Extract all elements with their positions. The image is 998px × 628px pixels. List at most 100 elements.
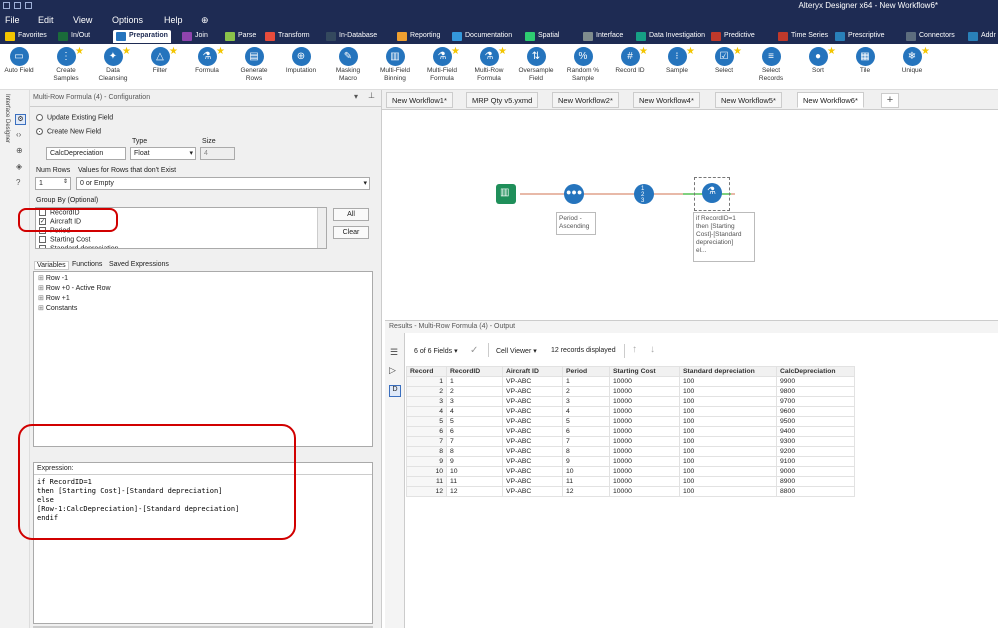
values-missing-select[interactable]: 0 or Empty ▾ — [76, 177, 370, 190]
favorite-star-icon[interactable]: ★ — [827, 46, 836, 57]
table-cell[interactable]: 8 — [406, 446, 447, 457]
doc-tab-workflow4[interactable]: New Workflow4* — [633, 92, 700, 108]
tab-spatial[interactable]: Spatial — [522, 30, 562, 43]
table-cell[interactable]: 2 — [446, 386, 503, 397]
target-icon[interactable]: ⊕ — [16, 146, 23, 155]
table-cell[interactable]: 1 — [406, 376, 447, 387]
variable-tree-node[interactable]: ⊞ Row -1 — [38, 274, 68, 282]
create-new-radio[interactable]: Create New Field — [36, 128, 101, 135]
column-header-recordid[interactable]: RecordID — [446, 366, 503, 377]
table-cell[interactable]: 9 — [562, 456, 610, 467]
column-header-record[interactable]: Record — [406, 366, 447, 377]
table-row[interactable]: 4 4 VP-ABC 4 10000 100 9600 — [406, 406, 855, 417]
table-cell[interactable]: 100 — [679, 436, 777, 447]
text-input-node[interactable]: ▥ — [496, 184, 516, 204]
expand-icon[interactable]: ⊞ — [38, 285, 46, 292]
table-cell[interactable]: VP-ABC — [502, 406, 563, 417]
table-cell[interactable]: 9200 — [776, 446, 855, 457]
tab-variables[interactable]: Variables — [34, 261, 69, 270]
arrow-up-icon[interactable]: ↑ — [632, 344, 637, 355]
table-row[interactable]: 9 9 VP-ABC 9 10000 100 9100 — [406, 456, 855, 467]
table-cell[interactable]: 100 — [679, 476, 777, 487]
tab-addr[interactable]: Addr — [965, 30, 998, 43]
tab-time-series[interactable]: Time Series — [775, 30, 831, 43]
tool-multi-field-binning[interactable]: ▥ Multi-Field Binning — [373, 47, 417, 89]
table-cell[interactable]: 100 — [679, 486, 777, 497]
column-header-starting-cost[interactable]: Starting Cost — [609, 366, 680, 377]
favorite-star-icon[interactable]: ★ — [451, 46, 460, 57]
table-cell[interactable]: 10 — [406, 466, 447, 477]
table-cell[interactable]: 9000 — [776, 466, 855, 477]
table-cell[interactable]: 3 — [446, 396, 503, 407]
num-rows-stepper[interactable]: 1 ⇕ — [35, 177, 71, 190]
favorite-star-icon[interactable]: ★ — [639, 46, 648, 57]
table-cell[interactable]: 11 — [446, 476, 503, 487]
table-cell[interactable]: 100 — [679, 376, 777, 387]
table-cell[interactable]: VP-ABC — [502, 416, 563, 427]
doc-tab-mrp-qty[interactable]: MRP Qty v5.yxmd — [466, 92, 539, 108]
tool-unique[interactable]: ❄ Unique ★ — [890, 46, 934, 89]
clear-button[interactable]: Clear — [333, 226, 369, 239]
tab-in-out[interactable]: In/Out — [55, 30, 93, 43]
table-cell[interactable]: 8 — [446, 446, 503, 457]
tool-select-records[interactable]: ≡ Select Records — [749, 47, 793, 89]
table-cell[interactable]: 100 — [679, 456, 777, 467]
table-cell[interactable]: 10000 — [609, 446, 680, 457]
table-cell[interactable]: VP-ABC — [502, 476, 563, 487]
table-cell[interactable]: 10000 — [609, 486, 680, 497]
tab-functions[interactable]: Functions — [70, 261, 104, 268]
menu-edit[interactable]: Edit — [38, 15, 54, 25]
variable-tree-node[interactable]: ⊞ Row +1 — [38, 294, 70, 302]
expand-icon[interactable]: ⊞ — [38, 295, 46, 302]
table-cell[interactable]: 12 — [562, 486, 610, 497]
table-cell[interactable]: 12 — [446, 486, 503, 497]
tab-reporting[interactable]: Reporting — [394, 30, 443, 43]
table-cell[interactable]: 5 — [446, 416, 503, 427]
all-button[interactable]: All — [333, 208, 369, 221]
table-cell[interactable]: 10000 — [609, 396, 680, 407]
table-row[interactable]: 5 5 VP-ABC 5 10000 100 9500 — [406, 416, 855, 427]
menu-help[interactable]: Help — [164, 15, 183, 25]
table-cell[interactable]: 9100 — [776, 456, 855, 467]
column-header-standard-depreciation[interactable]: Standard depreciation — [679, 366, 777, 377]
table-row[interactable]: 10 10 VP-ABC 10 10000 100 9000 — [406, 466, 855, 477]
column-header-period[interactable]: Period — [562, 366, 610, 377]
cell-viewer-dropdown[interactable]: Cell Viewer ▾ — [496, 347, 537, 355]
menu-view[interactable]: View — [73, 15, 92, 25]
favorite-star-icon[interactable]: ★ — [498, 46, 507, 57]
code-icon[interactable]: ‹› — [16, 130, 21, 139]
tool-filter[interactable]: △ Filter ★ — [138, 46, 182, 89]
table-cell[interactable]: 5 — [562, 416, 610, 427]
table-cell[interactable]: 9900 — [776, 376, 855, 387]
table-cell[interactable]: 2 — [562, 386, 610, 397]
tab-connectors[interactable]: Connectors — [903, 30, 958, 43]
table-cell[interactable]: 10 — [562, 466, 610, 477]
help-icon[interactable]: ? — [16, 178, 20, 187]
gear-icon[interactable]: ⚙ — [15, 114, 26, 125]
favorite-star-icon[interactable]: ★ — [75, 46, 84, 57]
table-row[interactable]: 6 6 VP-ABC 6 10000 100 9400 — [406, 426, 855, 437]
table-cell[interactable]: 10000 — [609, 416, 680, 427]
favorite-star-icon[interactable]: ★ — [686, 46, 695, 57]
table-cell[interactable]: 10000 — [609, 426, 680, 437]
sort-node[interactable]: ●●● — [564, 184, 584, 204]
table-cell[interactable]: 100 — [679, 386, 777, 397]
favorite-star-icon[interactable]: ★ — [733, 46, 742, 57]
table-row[interactable]: 7 7 VP-ABC 7 10000 100 9300 — [406, 436, 855, 447]
metadata-view-icon[interactable]: ▷ — [389, 365, 396, 376]
multi-row-formula-node[interactable]: ⚗ — [702, 183, 722, 203]
table-cell[interactable]: 9700 — [776, 396, 855, 407]
tool-sample[interactable]: ⁝ Sample ★ — [655, 46, 699, 89]
table-row[interactable]: 3 3 VP-ABC 3 10000 100 9700 — [406, 396, 855, 407]
table-cell[interactable]: 4 — [446, 406, 503, 417]
table-cell[interactable]: VP-ABC — [502, 376, 563, 387]
table-cell[interactable]: 7 — [446, 436, 503, 447]
table-cell[interactable]: 9500 — [776, 416, 855, 427]
tool-sort[interactable]: ● Sort ★ — [796, 46, 840, 89]
table-cell[interactable]: 10000 — [609, 476, 680, 487]
tool-data-cleansing[interactable]: ✦ Data Cleansing ★ — [91, 46, 135, 89]
tool-masking-macro[interactable]: ✎ Masking Macro — [326, 47, 370, 89]
table-cell[interactable]: 1 — [562, 376, 610, 387]
expand-icon[interactable]: ⊞ — [38, 275, 46, 282]
group-by-item[interactable]: Starting Cost — [39, 236, 90, 243]
